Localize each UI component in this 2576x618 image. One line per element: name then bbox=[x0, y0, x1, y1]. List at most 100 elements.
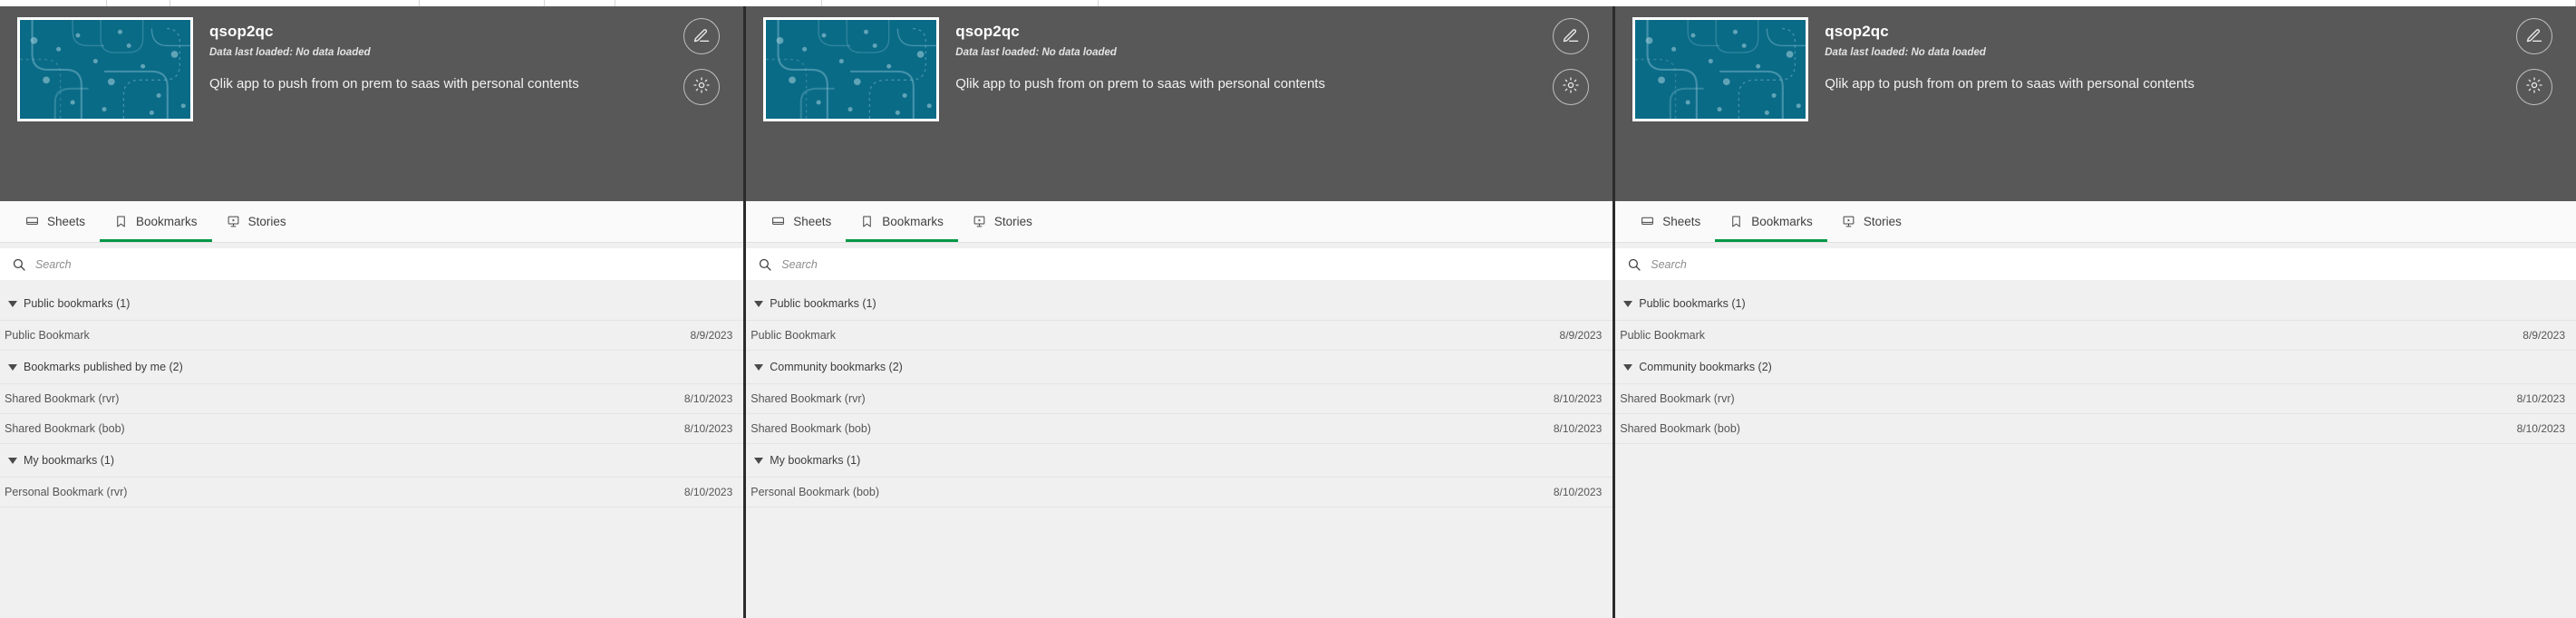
bookmark-date: 8/10/2023 bbox=[683, 422, 733, 435]
chevron-down-icon[interactable] bbox=[1623, 363, 1633, 371]
search-input[interactable] bbox=[1651, 257, 2505, 271]
bookmark-name: Personal Bookmark (bob) bbox=[751, 486, 879, 498]
app-meta: qsop2qc Data last loaded: No data loaded Q… bbox=[955, 17, 1325, 201]
search-input[interactable] bbox=[35, 257, 694, 271]
bookmark-date: 8/9/2023 bbox=[2523, 329, 2566, 342]
bookmark-group-header[interactable]: My bookmarks (1) bbox=[746, 444, 1613, 478]
tab-bookmarks[interactable]: Bookmarks bbox=[1715, 201, 1827, 242]
tab-stories[interactable]: Stories bbox=[958, 201, 1047, 242]
bookmark-row[interactable]: Public Bookmark 8/9/2023 bbox=[1615, 321, 2576, 351]
search-box[interactable] bbox=[0, 248, 744, 280]
bookmark-icon bbox=[1729, 215, 1743, 228]
bookmark-name: Public Bookmark bbox=[5, 329, 90, 342]
tab-stories[interactable]: Stories bbox=[1827, 201, 1916, 242]
tab-label: Stories bbox=[993, 215, 1032, 228]
tab-sheets[interactable]: Sheets bbox=[1626, 201, 1715, 242]
bookmark-group-header[interactable]: Community bookmarks (2) bbox=[1615, 351, 2576, 384]
chevron-down-icon[interactable] bbox=[8, 300, 17, 307]
tab-bookmarks[interactable]: Bookmarks bbox=[846, 201, 958, 242]
bookmark-row[interactable]: Shared Bookmark (bob) 8/10/2023 bbox=[0, 414, 744, 444]
bookmark-name: Shared Bookmark (rvr) bbox=[751, 392, 866, 405]
bookmark-date: 8/9/2023 bbox=[690, 329, 733, 342]
search-area bbox=[0, 243, 744, 287]
story-icon bbox=[973, 215, 986, 228]
app-settings-button[interactable] bbox=[2516, 69, 2553, 105]
bookmark-date: 8/10/2023 bbox=[683, 486, 733, 498]
app-settings-button[interactable] bbox=[683, 69, 721, 105]
chevron-down-icon[interactable] bbox=[754, 363, 764, 371]
bookmark-name: Public Bookmark bbox=[1620, 329, 1706, 342]
object-type-tabs: Sheets Bookmarks Stories bbox=[0, 201, 744, 243]
panel-3: qsop2qc Data last loaded: No data loaded Q… bbox=[1615, 0, 2576, 618]
app-thumbnail[interactable] bbox=[17, 17, 193, 121]
search-box[interactable] bbox=[746, 248, 1613, 280]
bookmark-group-label: Bookmarks published by me (2) bbox=[24, 361, 183, 373]
bookmark-date: 8/10/2023 bbox=[1553, 392, 1603, 405]
sheet-icon bbox=[1641, 215, 1654, 228]
tab-label: Bookmarks bbox=[136, 215, 198, 228]
bookmark-group-header[interactable]: Public bookmarks (1) bbox=[0, 287, 744, 321]
app-title: qsop2qc bbox=[1825, 23, 1889, 40]
app-meta: qsop2qc Data last loaded: No data loaded Q… bbox=[1825, 17, 2194, 201]
header-actions bbox=[1553, 18, 1590, 105]
object-type-tabs: Sheets Bookmarks Stories bbox=[746, 201, 1613, 243]
bookmark-group-label: My bookmarks (1) bbox=[770, 454, 861, 467]
bookmark-row[interactable]: Public Bookmark 8/9/2023 bbox=[0, 321, 744, 351]
app-settings-button[interactable] bbox=[1553, 69, 1590, 105]
bookmark-row[interactable]: Shared Bookmark (rvr) 8/10/2023 bbox=[746, 384, 1613, 414]
bookmark-name: Shared Bookmark (rvr) bbox=[1620, 392, 1735, 405]
header-actions bbox=[2516, 18, 2553, 105]
bookmark-group-label: My bookmarks (1) bbox=[24, 454, 115, 467]
bookmark-name: Public Bookmark bbox=[751, 329, 837, 342]
tab-sheets[interactable]: Sheets bbox=[11, 201, 100, 242]
bookmark-date: 8/10/2023 bbox=[1553, 486, 1603, 498]
app-description: Qlik app to push from on prem to saas wi… bbox=[955, 76, 1325, 92]
bookmark-group-header[interactable]: Bookmarks published by me (2) bbox=[0, 351, 744, 384]
tab-stories[interactable]: Stories bbox=[212, 201, 301, 242]
gear-icon bbox=[2525, 76, 2543, 99]
bookmark-icon bbox=[860, 215, 874, 228]
bookmark-row[interactable]: Personal Bookmark (bob) 8/10/2023 bbox=[746, 478, 1613, 507]
bookmark-group-header[interactable]: Public bookmarks (1) bbox=[1615, 287, 2576, 321]
bookmark-group-header[interactable]: My bookmarks (1) bbox=[0, 444, 744, 478]
chevron-down-icon[interactable] bbox=[754, 300, 764, 307]
edit-app-button[interactable] bbox=[2516, 18, 2553, 54]
bookmark-list: Public bookmarks (1) Public Bookmark 8/9/2… bbox=[1615, 287, 2576, 618]
app-thumbnail[interactable] bbox=[763, 17, 940, 121]
bookmark-group-label: Community bookmarks (2) bbox=[1639, 361, 1772, 373]
bookmark-group-label: Community bookmarks (2) bbox=[770, 361, 903, 373]
chevron-down-icon[interactable] bbox=[8, 457, 17, 464]
bookmark-group-header[interactable]: Public bookmarks (1) bbox=[746, 287, 1613, 321]
bookmark-row[interactable]: Shared Bookmark (rvr) 8/10/2023 bbox=[0, 384, 744, 414]
bookmark-row[interactable]: Shared Bookmark (rvr) 8/10/2023 bbox=[1615, 384, 2576, 414]
app-thumbnail[interactable] bbox=[1632, 17, 1809, 121]
tab-label: Bookmarks bbox=[1751, 215, 1813, 228]
bookmark-name: Shared Bookmark (bob) bbox=[751, 422, 871, 435]
edit-app-button[interactable] bbox=[1553, 18, 1590, 54]
bookmark-row[interactable]: Shared Bookmark (bob) 8/10/2023 bbox=[1615, 414, 2576, 444]
gear-icon bbox=[692, 76, 711, 99]
app-header: qsop2qc Data last loaded: No data loaded Q… bbox=[746, 0, 1613, 201]
tab-label: Stories bbox=[1863, 215, 1902, 228]
search-input[interactable] bbox=[781, 257, 1551, 271]
bookmark-icon bbox=[114, 215, 128, 228]
search-area bbox=[1615, 243, 2576, 287]
bookmark-group-header[interactable]: Community bookmarks (2) bbox=[746, 351, 1613, 384]
chevron-down-icon[interactable] bbox=[754, 457, 764, 464]
app-last-loaded: Data last loaded: No data loaded bbox=[955, 47, 1117, 58]
bookmark-row[interactable]: Personal Bookmark (rvr) 8/10/2023 bbox=[0, 478, 744, 507]
bookmark-row[interactable]: Shared Bookmark (bob) 8/10/2023 bbox=[746, 414, 1613, 444]
pencil-icon bbox=[692, 25, 711, 48]
tab-label: Sheets bbox=[47, 215, 86, 228]
bookmark-date: 8/10/2023 bbox=[2516, 392, 2566, 405]
tab-label: Sheets bbox=[793, 215, 832, 228]
edit-app-button[interactable] bbox=[683, 18, 721, 54]
chevron-down-icon[interactable] bbox=[8, 363, 17, 371]
tab-sheets[interactable]: Sheets bbox=[757, 201, 846, 242]
bookmark-row[interactable]: Public Bookmark 8/9/2023 bbox=[746, 321, 1613, 351]
story-icon bbox=[1842, 215, 1855, 228]
search-box[interactable] bbox=[1615, 248, 2576, 280]
chevron-down-icon[interactable] bbox=[1623, 300, 1633, 307]
bookmark-date: 8/10/2023 bbox=[1553, 422, 1603, 435]
tab-bookmarks[interactable]: Bookmarks bbox=[100, 201, 212, 242]
